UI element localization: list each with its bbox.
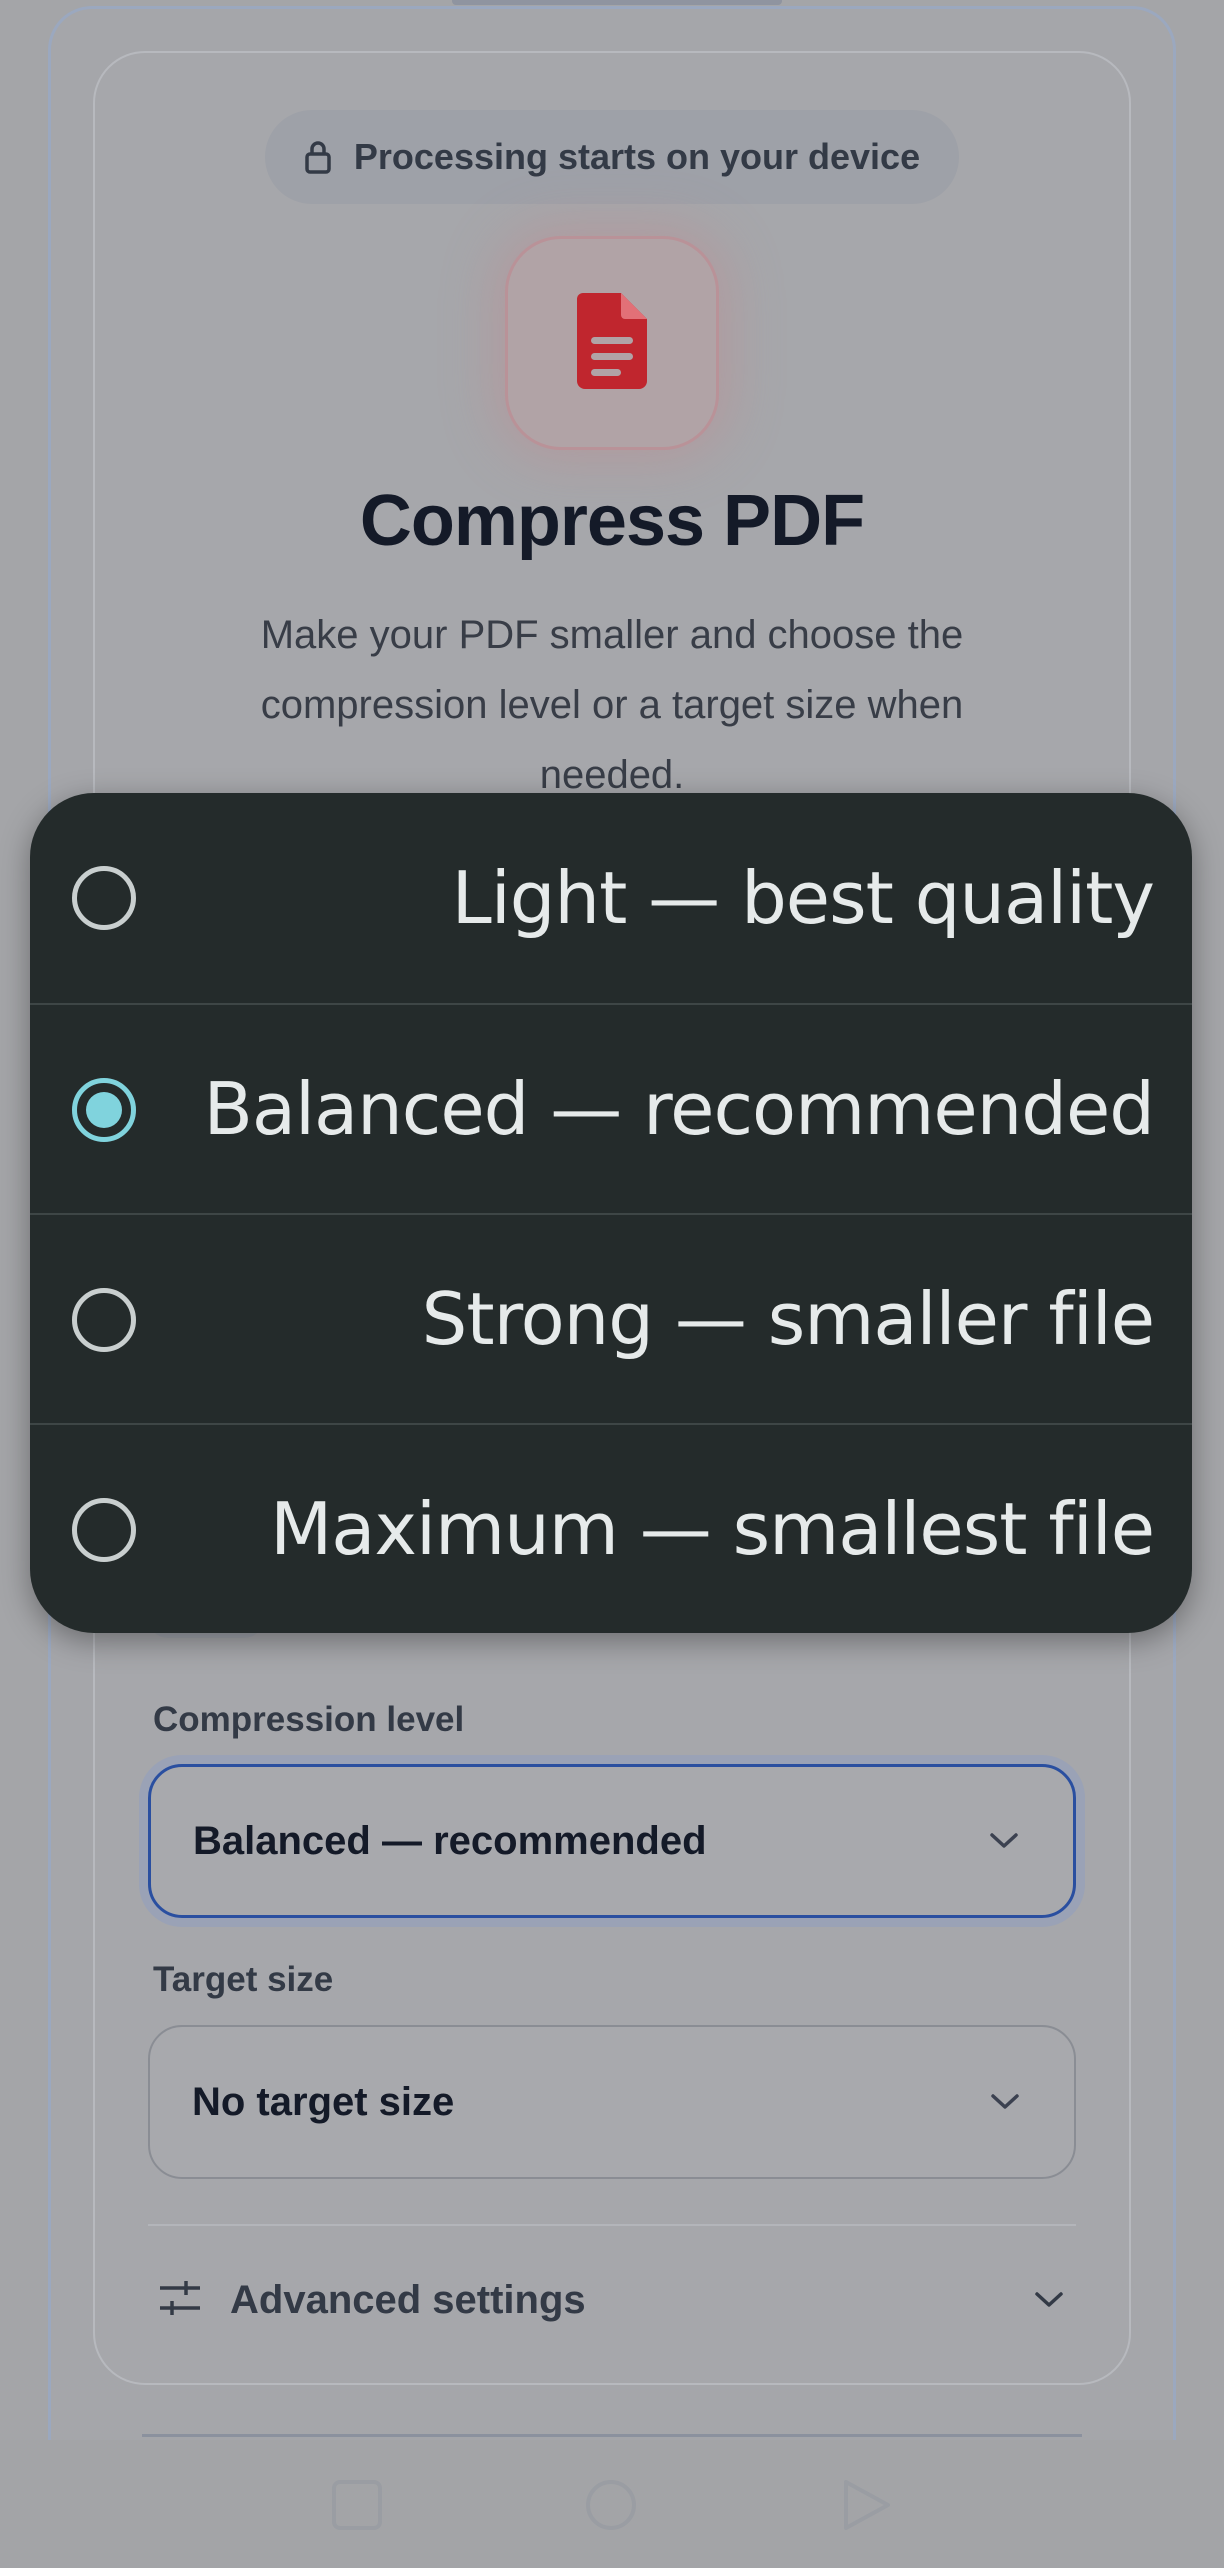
menu-option-maximum[interactable]: Maximum — smallest file	[30, 1423, 1192, 1633]
radio-button[interactable]	[72, 1288, 136, 1352]
compression-level-value: Balanced — recommended	[193, 1818, 707, 1863]
radio-button[interactable]	[72, 1498, 136, 1562]
sheet-handle	[452, 0, 782, 5]
sliders-icon	[158, 2278, 202, 2323]
target-size-value: No target size	[192, 2079, 455, 2124]
radio-button[interactable]	[72, 866, 136, 930]
privacy-badge: Processing starts on your device	[265, 110, 959, 204]
pdf-tool-badge	[505, 236, 719, 450]
home-button[interactable]	[584, 2478, 638, 2532]
menu-option-label: Maximum — smallest file	[270, 1487, 1155, 1571]
compression-level-select[interactable]: Balanced — recommended	[148, 1764, 1076, 1918]
back-button[interactable]	[838, 2478, 892, 2532]
compression-level-label: Compression level	[153, 1700, 465, 1739]
page-title: Compress PDF	[359, 481, 865, 561]
menu-option-label: Light — best quality	[451, 856, 1155, 940]
chevron-down-icon	[987, 1830, 1021, 1852]
next-card-edge	[142, 2434, 1082, 2437]
target-size-label: Target size	[153, 1960, 334, 1999]
chevron-down-icon	[1032, 2289, 1066, 2311]
target-size-select[interactable]: No target size	[148, 2025, 1076, 2179]
radio-button-checked[interactable]	[72, 1078, 136, 1142]
menu-option-label: Strong — smaller file	[421, 1277, 1155, 1361]
menu-option-light[interactable]: Light — best quality	[30, 793, 1192, 1003]
advanced-settings-label: Advanced settings	[230, 2277, 586, 2322]
lock-icon	[304, 140, 332, 174]
pdf-file-icon	[577, 292, 647, 394]
privacy-badge-text: Processing starts on your device	[353, 136, 921, 177]
menu-option-strong[interactable]: Strong — smaller file	[30, 1213, 1192, 1423]
advanced-settings-toggle[interactable]: Advanced settings	[148, 2262, 1076, 2338]
chevron-down-icon	[988, 2091, 1022, 2113]
recents-button[interactable]	[330, 2478, 384, 2532]
page-description: Make your PDF smaller and choose the com…	[260, 613, 964, 797]
divider	[148, 2224, 1076, 2226]
compression-level-menu: Light — best quality Balanced — recommen…	[30, 793, 1192, 1633]
menu-option-balanced[interactable]: Balanced — recommended	[30, 1003, 1192, 1213]
menu-option-label: Balanced — recommended	[203, 1067, 1155, 1151]
